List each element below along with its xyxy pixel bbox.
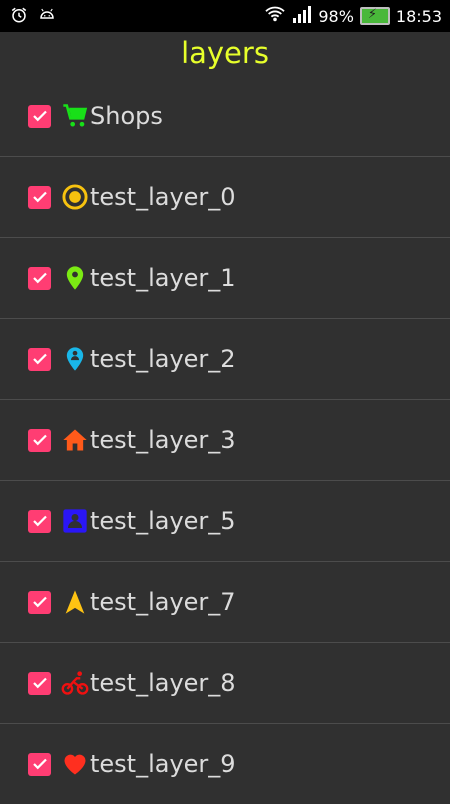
checkmark-icon xyxy=(32,677,47,689)
clock: 18:53 xyxy=(395,6,442,26)
layer-label: test_layer_7 xyxy=(90,588,236,616)
status-bar: 98% ⚡ 18:53 xyxy=(0,0,450,32)
layer-checkbox[interactable] xyxy=(28,509,51,533)
heart-icon xyxy=(60,749,90,779)
layer-row[interactable]: test_layer_5 xyxy=(0,481,450,562)
battery-percent: 98% xyxy=(318,6,354,26)
wifi-icon xyxy=(264,5,286,27)
layer-row[interactable]: test_layer_3 xyxy=(0,400,450,481)
checkmark-icon xyxy=(32,191,47,203)
layer-label: test_layer_1 xyxy=(90,264,236,292)
layer-label: test_layer_2 xyxy=(90,345,236,373)
contact-card-icon xyxy=(60,506,90,536)
cart-icon xyxy=(60,101,90,131)
home-icon xyxy=(60,425,90,455)
checkmark-icon xyxy=(32,515,47,527)
layer-checkbox[interactable] xyxy=(28,104,51,128)
layer-checkbox[interactable] xyxy=(28,671,51,695)
navigation-arrow-icon xyxy=(60,587,90,617)
layer-checkbox[interactable] xyxy=(28,752,51,776)
checkmark-icon xyxy=(32,596,47,608)
checkmark-icon xyxy=(32,434,47,446)
layer-row[interactable]: test_layer_0 xyxy=(0,157,450,238)
layer-checkbox[interactable] xyxy=(28,185,51,209)
alarm-icon xyxy=(10,6,28,28)
checkmark-icon xyxy=(32,353,47,365)
bicycle-icon xyxy=(60,668,90,698)
layer-label: Shops xyxy=(90,102,163,130)
layer-checkbox[interactable] xyxy=(28,590,51,614)
signal-icon xyxy=(292,5,312,27)
target-icon xyxy=(60,182,90,212)
checkmark-icon xyxy=(32,758,47,770)
layer-checkbox[interactable] xyxy=(28,266,51,290)
layer-label: test_layer_3 xyxy=(90,426,236,454)
layer-checkbox[interactable] xyxy=(28,428,51,452)
status-right: 98% ⚡ 18:53 xyxy=(264,5,442,27)
layer-list: Shops test_layer_0 test_layer_1 test_lay… xyxy=(0,76,450,804)
layer-row[interactable]: test_layer_7 xyxy=(0,562,450,643)
layer-label: test_layer_8 xyxy=(90,669,236,697)
android-icon xyxy=(38,6,56,28)
layer-row[interactable]: test_layer_9 xyxy=(0,724,450,804)
layer-checkbox[interactable] xyxy=(28,347,51,371)
layer-row[interactable]: test_layer_1 xyxy=(0,238,450,319)
status-left-icons xyxy=(10,6,56,28)
layer-row[interactable]: Shops xyxy=(0,76,450,157)
layer-label: test_layer_0 xyxy=(90,183,236,211)
layer-row[interactable]: test_layer_8 xyxy=(0,643,450,724)
checkmark-icon xyxy=(32,272,47,284)
person-pin-icon xyxy=(60,344,90,374)
layer-label: test_layer_9 xyxy=(90,750,236,778)
map-pin-icon xyxy=(60,263,90,293)
layer-label: test_layer_5 xyxy=(90,507,236,535)
battery-icon: ⚡ xyxy=(359,7,390,25)
checkmark-icon xyxy=(32,110,47,122)
layer-row[interactable]: test_layer_2 xyxy=(0,319,450,400)
page-title: layers xyxy=(181,36,269,70)
